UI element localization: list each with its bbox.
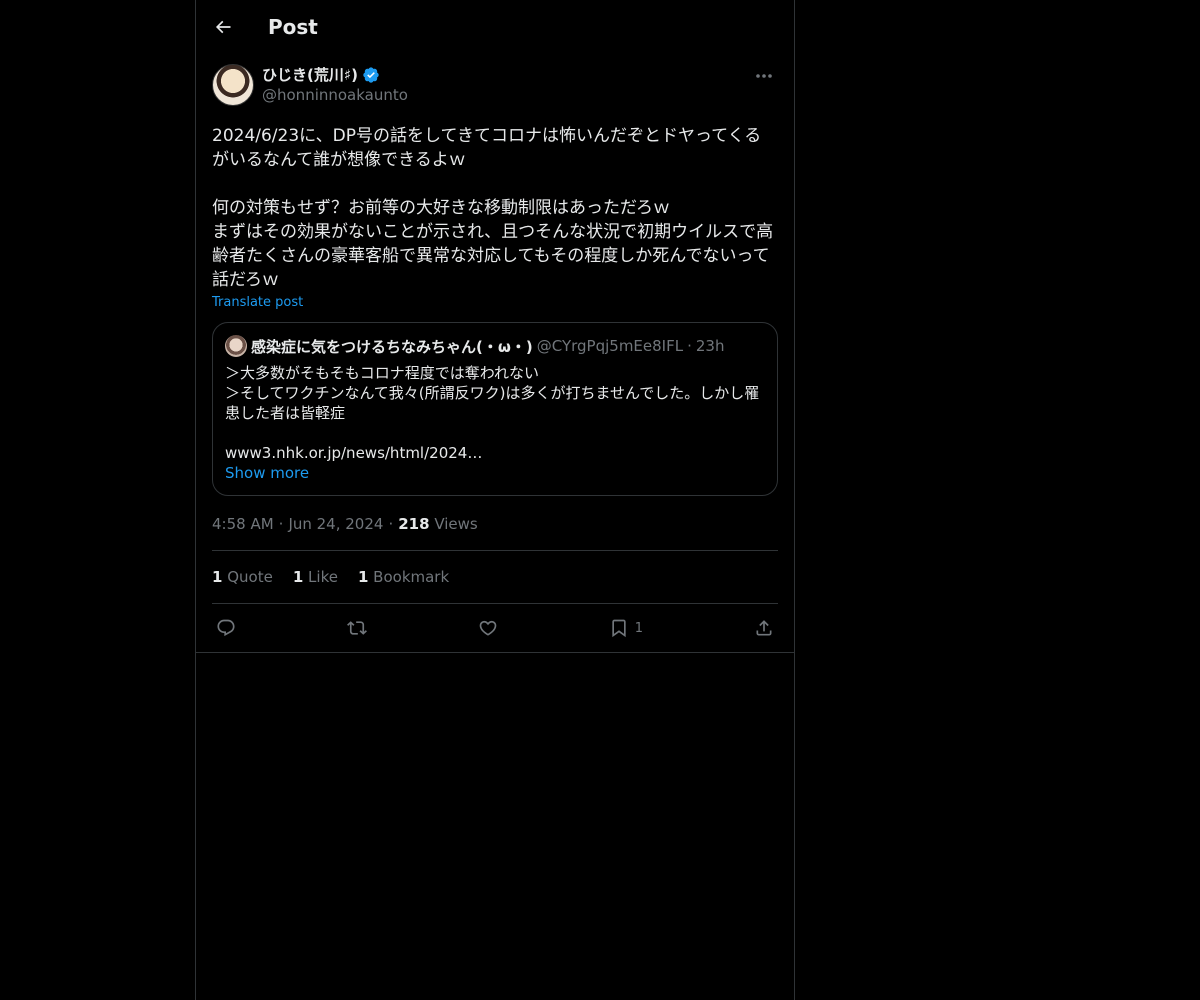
more-horizontal-icon xyxy=(756,74,772,78)
post-time[interactable]: 4:58 AM xyxy=(212,515,274,533)
translate-post-link[interactable]: Translate post xyxy=(212,295,778,310)
author-name[interactable]: ひじき(荒川♯) xyxy=(262,64,358,85)
views-label: Views xyxy=(434,515,478,533)
post: ひじき(荒川♯) @honninnoakaunto 2024/6/23に、DP号… xyxy=(196,64,794,653)
share-button[interactable] xyxy=(754,611,774,645)
post-meta: 4:58 AM · Jun 24, 2024 · 218 Views xyxy=(212,514,778,534)
main-column: Post ひじき(荒川♯) @honninnoakaunto 2024/6/23… xyxy=(195,0,795,1000)
page-title: Post xyxy=(268,15,318,39)
likes-count: 1 xyxy=(292,568,304,586)
author-info: ひじき(荒川♯) @honninnoakaunto xyxy=(262,64,408,104)
bookmarks-label: Bookmark xyxy=(373,568,450,586)
separator-dot: · xyxy=(687,337,692,355)
likes-stat[interactable]: 1 Like xyxy=(293,568,338,586)
quoted-post-header: 感染症に気をつけるちなみちゃん(・ω・) @CYrgPqj5mEe8IFL · … xyxy=(225,335,765,357)
action-bar: 1 xyxy=(212,603,778,652)
avatar[interactable] xyxy=(212,64,254,106)
bookmark-count: 1 xyxy=(634,620,644,636)
author-name-row: ひじき(荒川♯) xyxy=(262,64,408,85)
post-author-row: ひじき(荒川♯) @honninnoakaunto xyxy=(212,64,778,116)
post-date[interactable]: Jun 24, 2024 xyxy=(288,515,383,533)
quoted-author-handle: @CYrgPqj5mEe8IFL xyxy=(536,337,684,355)
bookmark-button[interactable]: 1 xyxy=(609,611,643,645)
quoted-post-time: 23h xyxy=(695,337,725,355)
engagement-stats: 1 Quote 1 Like 1 Bookmark xyxy=(212,551,778,603)
reply-button[interactable] xyxy=(216,611,236,645)
bookmarks-count: 1 xyxy=(357,568,369,586)
arrow-left-icon xyxy=(215,20,231,34)
post-text: 2024/6/23に、DP号の話をしてきてコロナは怖いんだぞとドヤってくるがいる… xyxy=(212,126,774,290)
author-handle[interactable]: @honninnoakaunto xyxy=(262,86,408,104)
quoted-author-name: 感染症に気をつけるちなみちゃん(・ω・) xyxy=(251,337,533,356)
quotes-count: 1 xyxy=(212,568,223,586)
quotes-label: Quote xyxy=(227,568,273,586)
more-options-button[interactable] xyxy=(750,66,778,86)
bookmark-icon xyxy=(612,619,626,638)
divider xyxy=(196,652,794,653)
reply-icon xyxy=(217,619,235,637)
like-button[interactable] xyxy=(478,611,498,645)
heart-icon xyxy=(479,620,497,636)
likes-label: Like xyxy=(308,568,338,586)
quoted-post[interactable]: 感染症に気をつけるちなみちゃん(・ω・) @CYrgPqj5mEe8IFL · … xyxy=(212,322,778,496)
views-count: 218 xyxy=(398,515,430,533)
quoted-post-text: ＞大多数がそもそもコロナ程度では奪われない ＞そしてワクチンなんて我々(所謂反ワ… xyxy=(225,364,760,462)
repost-button[interactable] xyxy=(346,611,367,645)
top-bar: Post xyxy=(196,0,794,54)
share-icon xyxy=(756,620,772,636)
bookmarks-stat[interactable]: 1 Bookmark xyxy=(358,568,449,586)
quotes-stat[interactable]: 1 Quote xyxy=(212,568,273,586)
separator-dot: · xyxy=(388,515,394,533)
separator-dot: · xyxy=(278,515,284,533)
repost-icon xyxy=(346,621,367,635)
quoted-avatar xyxy=(225,335,247,357)
back-button[interactable] xyxy=(205,9,241,45)
show-more-link[interactable]: Show more xyxy=(225,463,765,483)
verified-badge-icon xyxy=(362,66,380,84)
